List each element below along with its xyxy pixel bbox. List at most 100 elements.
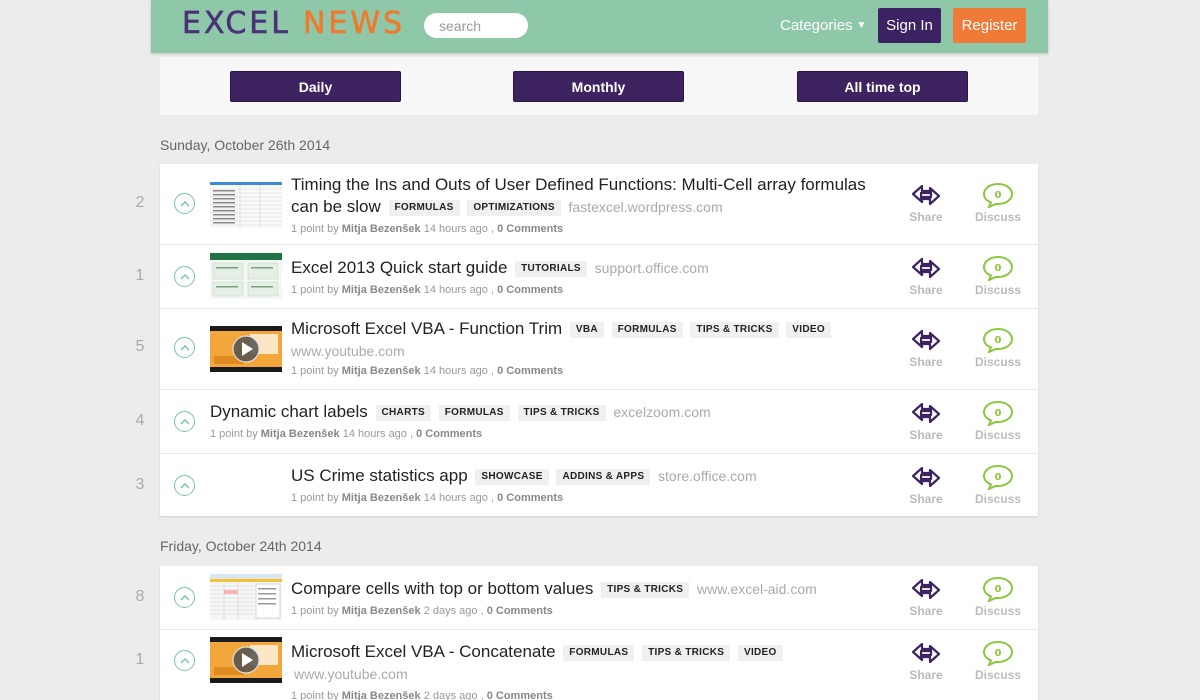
comments-link[interactable]: 0 Comments xyxy=(497,365,563,377)
news-title-link[interactable]: Microsoft Excel VBA - Function Trim xyxy=(291,319,562,338)
speech-bubble-icon: 0 xyxy=(982,576,1014,602)
share-button[interactable]: Share xyxy=(896,400,956,442)
news-title-link[interactable]: Dynamic chart labels xyxy=(210,402,368,421)
svg-text:0: 0 xyxy=(995,472,1002,483)
upvote-button[interactable] xyxy=(174,266,195,287)
source-domain[interactable]: www.youtube.com xyxy=(291,343,405,359)
author-link[interactable]: Mitja Bezenšek xyxy=(342,492,421,504)
discuss-button[interactable]: 0 Discuss xyxy=(968,576,1028,618)
author-link[interactable]: Mitja Bezenšek xyxy=(342,365,421,377)
news-title-link[interactable]: Excel 2013 Quick start guide xyxy=(291,258,507,277)
speech-bubble-icon: 0 xyxy=(982,640,1014,666)
source-domain[interactable]: www.youtube.com xyxy=(294,666,408,682)
tag-badge[interactable]: ADDINS & APPS xyxy=(556,469,651,485)
comments-link[interactable]: 0 Comments xyxy=(497,284,563,296)
daily-filter-button[interactable]: Daily xyxy=(230,71,401,102)
tag-badge[interactable]: TUTORIALS xyxy=(515,261,587,277)
source-domain[interactable]: store.office.com xyxy=(658,468,757,484)
tag-badge[interactable]: FORMULAS xyxy=(388,200,460,216)
news-item: 4 Dynamic chart labels CHARTS FORMULAS T… xyxy=(136,390,1038,454)
upvote-button[interactable] xyxy=(174,193,195,214)
date-heading: Friday, October 24th 2014 xyxy=(160,538,322,554)
spreadsheet-thumbnail[interactable] xyxy=(210,182,282,228)
tag-badge[interactable]: FORMULAS xyxy=(611,322,683,338)
share-button[interactable]: Share xyxy=(896,576,956,618)
spreadsheet-thumbnail[interactable] xyxy=(210,574,282,620)
share-arrows-icon xyxy=(911,578,941,600)
monthly-filter-button[interactable]: Monthly xyxy=(513,71,684,102)
news-title-link-continued[interactable]: can be slow xyxy=(291,197,381,216)
tag-badge[interactable]: FORMULAS xyxy=(563,645,635,661)
upvote-button[interactable] xyxy=(174,337,195,358)
upvote-button[interactable] xyxy=(174,587,195,608)
categories-dropdown[interactable]: Categories ▼ xyxy=(780,17,866,34)
author-link[interactable]: Mitja Bezenšek xyxy=(342,284,421,296)
points-text: 1 point by xyxy=(210,428,258,440)
author-link[interactable]: Mitja Bezenšek xyxy=(342,605,421,617)
tag-badge[interactable]: VIDEO xyxy=(737,645,783,661)
comments-link[interactable]: 0 Comments xyxy=(497,223,563,235)
tag-badge[interactable]: TIPS & TRICKS xyxy=(642,645,731,661)
tag-badge[interactable]: VBA xyxy=(569,322,604,338)
discuss-button[interactable]: 0 Discuss xyxy=(968,327,1028,369)
chevron-up-icon xyxy=(179,594,190,601)
caret-down-icon: ▼ xyxy=(856,20,867,31)
tag-badge[interactable]: CHARTS xyxy=(375,405,431,421)
news-title-link[interactable]: Timing the Ins and Outs of User Defined … xyxy=(291,175,866,194)
rank-number: 1 xyxy=(135,267,145,284)
top-navbar: EXCEL NEWS Categories▼ Sign In Register xyxy=(151,0,1048,53)
source-domain[interactable]: excelzoom.com xyxy=(613,404,710,420)
share-button[interactable]: Share xyxy=(896,182,956,224)
rank-number: 5 xyxy=(135,338,145,355)
item-meta: 1 point by Mitja Bezenšek 2 days ago , 0… xyxy=(291,688,891,700)
tag-badge[interactable]: SHOWCASE xyxy=(475,469,549,485)
news-item-content: Compare cells with top or bottom values … xyxy=(291,578,891,619)
comments-link[interactable]: 0 Comments xyxy=(487,605,553,617)
share-button[interactable]: Share xyxy=(896,464,956,506)
share-button[interactable]: Share xyxy=(896,255,956,297)
author-link[interactable]: Mitja Bezenšek xyxy=(342,690,421,700)
discuss-button[interactable]: 0 Discuss xyxy=(968,464,1028,506)
all-time-top-filter-button[interactable]: All time top xyxy=(797,71,968,102)
news-title-link[interactable]: Microsoft Excel VBA - Concatenate xyxy=(291,642,556,661)
author-link[interactable]: Mitja Bezenšek xyxy=(342,223,421,235)
author-link[interactable]: Mitja Bezenšek xyxy=(261,428,340,440)
excel-guide-thumbnail[interactable] xyxy=(210,253,282,299)
search-input[interactable] xyxy=(424,13,528,38)
news-title-link[interactable]: US Crime statistics app xyxy=(291,466,468,485)
source-domain[interactable]: www.excel-aid.com xyxy=(697,581,817,597)
chevron-up-icon xyxy=(179,657,190,664)
register-button[interactable]: Register xyxy=(953,8,1026,43)
share-button[interactable]: Share xyxy=(896,640,956,682)
share-label: Share xyxy=(909,668,943,682)
share-arrows-icon xyxy=(911,642,941,664)
tag-badge[interactable]: FORMULAS xyxy=(438,405,510,421)
discuss-button[interactable]: 0 Discuss xyxy=(968,255,1028,297)
discuss-button[interactable]: 0 Discuss xyxy=(968,400,1028,442)
video-thumbnail[interactable] xyxy=(210,637,282,683)
tag-badge[interactable]: VIDEO xyxy=(786,322,831,338)
share-arrows-icon xyxy=(911,329,941,351)
discuss-button[interactable]: 0 Discuss xyxy=(968,640,1028,682)
tag-badge[interactable]: TIPS & TRICKS xyxy=(601,582,690,598)
share-arrows-icon xyxy=(911,466,941,488)
chevron-up-icon xyxy=(179,344,190,351)
upvote-button[interactable] xyxy=(174,411,195,432)
site-logo[interactable]: EXCEL NEWS xyxy=(182,6,405,42)
news-title-link[interactable]: Compare cells with top or bottom values xyxy=(291,579,593,598)
source-domain[interactable]: fastexcel.wordpress.com xyxy=(569,199,723,215)
upvote-button[interactable] xyxy=(174,650,195,671)
comments-link[interactable]: 0 Comments xyxy=(416,428,482,440)
comments-link[interactable]: 0 Comments xyxy=(487,690,553,700)
share-button[interactable]: Share xyxy=(896,327,956,369)
tag-badge[interactable]: OPTIMIZATIONS xyxy=(467,200,561,216)
source-domain[interactable]: support.office.com xyxy=(595,260,709,276)
video-thumbnail[interactable] xyxy=(210,326,282,372)
news-item: 3 US Crime statistics app SHOWCASE ADDIN… xyxy=(136,454,1038,516)
tag-badge[interactable]: TIPS & TRICKS xyxy=(517,405,606,421)
upvote-button[interactable] xyxy=(174,475,195,496)
comments-link[interactable]: 0 Comments xyxy=(497,492,563,504)
sign-in-button[interactable]: Sign In xyxy=(878,8,941,43)
discuss-button[interactable]: 0 Discuss xyxy=(968,182,1028,224)
tag-badge[interactable]: TIPS & TRICKS xyxy=(690,322,779,338)
